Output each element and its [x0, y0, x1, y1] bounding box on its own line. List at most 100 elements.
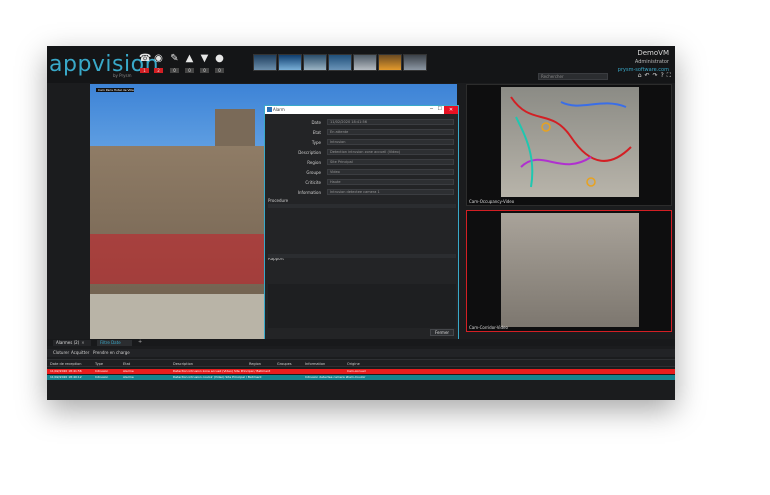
column-header[interactable]: Region: [249, 361, 261, 367]
home-icon[interactable]: ⌂: [638, 72, 642, 80]
cell-description: Detection intrusion zone accueil (Video)…: [173, 369, 271, 373]
table-row[interactable]: 11/02/2020 18:40:12 Intrusion Alarme Det…: [47, 375, 675, 380]
header-search-input[interactable]: Rechercher: [538, 73, 608, 80]
flame-badge: 0: [185, 68, 194, 73]
field-label-groupe: Groupe: [306, 170, 321, 175]
view-thumbnails: [253, 54, 427, 71]
column-header[interactable]: Etat: [123, 361, 130, 367]
camera-detection-overlay: [90, 234, 265, 284]
appvision-window: appvision by Prysm ☎ 1 ◉ 2 ✎ 0 ▲ 0 ▼ 0 ●…: [47, 46, 675, 400]
tab-filter-label: Filtre Date: [100, 340, 121, 345]
field-label-etat: Etat: [312, 130, 321, 135]
cell-etat: Alarme: [123, 369, 134, 373]
acquitter-button[interactable]: Acquitter: [71, 350, 89, 356]
phone-badge: 1: [140, 68, 149, 73]
cell-type: Intrusion: [95, 375, 109, 379]
camera-icon: ◉: [154, 53, 163, 64]
alarm-toolbar: Cloturer Acquitter Prendre en charge: [47, 349, 675, 357]
back-icon[interactable]: ↶: [645, 72, 650, 80]
dialog-app-icon: [267, 107, 272, 112]
column-header[interactable]: Groupes: [277, 361, 292, 367]
header-icon-group: ⌂ ↶ ↷ ? ⛶: [638, 72, 671, 80]
view-thumbnail[interactable]: [328, 54, 352, 71]
prendre-en-charge-button[interactable]: Prendre en charge: [93, 350, 130, 356]
user-area: DemoVM Administrator prysm-software.com: [618, 49, 669, 73]
field-region[interactable]: Site Principal: [327, 159, 454, 165]
camera-label: Cam-Corridor-Video: [469, 325, 508, 330]
phone-icon-button[interactable]: ☎ 1: [139, 53, 152, 75]
procedure-section-bar: [268, 204, 456, 208]
cell-type: Intrusion: [95, 369, 109, 373]
field-label-criticite: Criticite: [305, 180, 321, 185]
view-thumbnail[interactable]: [353, 54, 377, 71]
tracking-overlay: [510, 96, 632, 188]
report-section-bar: [268, 254, 456, 258]
field-description[interactable]: Detection intrusion zone accueil (Video): [327, 149, 454, 155]
close-dialog-button[interactable]: Fermer: [430, 329, 454, 336]
column-header[interactable]: Origine: [347, 361, 360, 367]
field-type[interactable]: Intrusion: [327, 139, 454, 145]
camera-icon-button[interactable]: ◉ 2: [153, 53, 164, 75]
shield-badge: 0: [200, 68, 209, 73]
field-label-region: Region: [307, 160, 321, 165]
tab-filter-date[interactable]: Filtre Date: [97, 340, 132, 346]
dialog-titlebar: Alarm ─ ☐ ✕: [265, 106, 458, 114]
forward-icon[interactable]: ↷: [653, 72, 658, 80]
header-bar: appvision by Prysm ☎ 1 ◉ 2 ✎ 0 ▲ 0 ▼ 0 ●…: [47, 46, 675, 83]
view-thumbnail[interactable]: [303, 54, 327, 71]
field-date[interactable]: 11/02/2020 18:41:56: [327, 119, 454, 125]
close-icon[interactable]: ✕: [444, 106, 458, 114]
wrench-icon: ✎: [170, 53, 179, 64]
column-header[interactable]: Date de reception: [50, 361, 82, 367]
procedure-section-label: Procedure: [268, 198, 289, 203]
user-name: DemoVM: [637, 49, 669, 57]
cloturer-button[interactable]: Cloturer: [53, 350, 69, 356]
phone-icon: ☎: [139, 53, 152, 64]
maximize-icon[interactable]: ☐: [438, 106, 442, 113]
shield-icon: ▼: [200, 53, 209, 64]
tab-alarms[interactable]: Alarmes (2) ✕: [53, 340, 91, 346]
report-textarea[interactable]: [268, 284, 456, 328]
column-header[interactable]: Description: [173, 361, 193, 367]
field-label-type: Type: [311, 140, 321, 145]
tab-close-icon[interactable]: ✕: [81, 340, 84, 345]
flame-icon-button[interactable]: ▲ 0: [184, 53, 195, 75]
view-thumbnail[interactable]: [253, 54, 277, 71]
field-information[interactable]: Intrusion detectee camera 1: [327, 189, 454, 195]
column-header[interactable]: Type: [95, 361, 103, 367]
camera-scene: [501, 213, 639, 327]
cell-date: 11/02/2020 18:41:56: [50, 369, 82, 373]
field-label-date: Date: [311, 120, 321, 125]
cell-origine: Cam-Couloir: [347, 375, 366, 379]
fullscreen-icon[interactable]: ⛶: [667, 72, 671, 80]
alarm-panel: Alarmes (2) ✕ Filtre Date + Cloturer Acqu…: [47, 339, 675, 400]
cell-etat: Alarme: [123, 375, 134, 379]
wrench-badge: 0: [170, 68, 179, 73]
camera-view-occupancy[interactable]: Cam-Occupancy-Video: [466, 84, 672, 206]
camera-scene: [501, 87, 639, 197]
field-etat[interactable]: En attente: [327, 129, 454, 135]
tab-alarms-label: Alarmes (2): [56, 340, 80, 345]
field-label-description: Description: [298, 150, 321, 155]
camera-label: Cam-Occupancy-Video: [469, 199, 515, 204]
lightbulb-icon-button[interactable]: ● 0: [214, 53, 225, 75]
shield-icon-button[interactable]: ▼ 0: [199, 53, 210, 75]
alarm-dialog: Alarm ─ ☐ ✕ Date 11/02/2020 18:41:56 Eta…: [264, 105, 459, 341]
camera-view-corridor[interactable]: Cam-Corridor-Video: [466, 210, 672, 332]
field-groupe[interactable]: Video: [327, 169, 454, 175]
view-thumbnail[interactable]: [403, 54, 427, 71]
help-icon[interactable]: ?: [661, 72, 664, 80]
lightbulb-badge: 0: [215, 68, 224, 73]
field-criticite[interactable]: Haute: [327, 179, 454, 185]
user-role: Administrator: [634, 59, 669, 65]
table-row[interactable]: 11/02/2020 18:41:56 Intrusion Alarme Det…: [47, 369, 675, 374]
column-header[interactable]: Information: [305, 361, 325, 367]
minimize-icon[interactable]: ─: [430, 106, 433, 113]
view-thumbnail[interactable]: [278, 54, 302, 71]
panel-tabs: Alarmes (2) ✕ Filtre Date +: [47, 339, 675, 346]
cell-date: 11/02/2020 18:40:12: [50, 375, 82, 379]
app-logo-sub: by Prysm: [113, 73, 132, 78]
add-tab-icon[interactable]: +: [135, 339, 145, 345]
wrench-icon-button[interactable]: ✎ 0: [169, 53, 180, 75]
view-thumbnail[interactable]: [378, 54, 402, 71]
